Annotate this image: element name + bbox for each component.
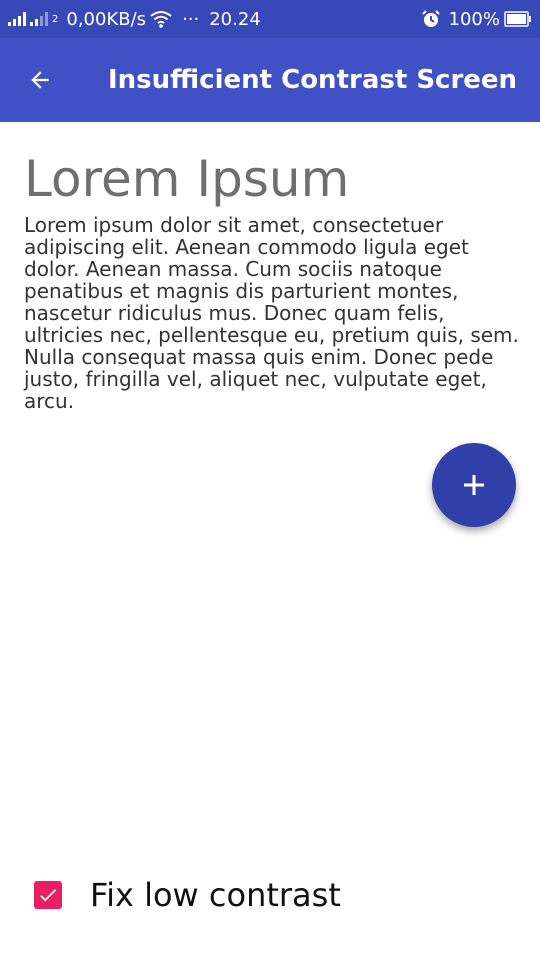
- back-button[interactable]: [0, 38, 80, 122]
- fix-contrast-label: Fix low contrast: [90, 876, 341, 914]
- main-content: Lorem Ipsum Lorem ipsum dolor sit amet, …: [24, 152, 520, 412]
- battery-icon: [504, 11, 531, 27]
- sim2-signal-icon: [30, 12, 48, 26]
- sim2-label: 2: [52, 13, 59, 25]
- check-icon: [40, 889, 57, 902]
- network-speed: 0,00KB/s: [66, 8, 147, 30]
- arrow-back-icon: [31, 71, 49, 89]
- wifi-icon: [150, 11, 172, 28]
- status-bar: 2 0,00KB/s ··· 20.24 100%: [0, 0, 540, 38]
- alarm-icon: [421, 10, 440, 27]
- status-right: 100%: [421, 9, 532, 30]
- page-title: Insufficient Contrast Screen: [108, 65, 518, 95]
- heading: Lorem Ipsum: [24, 150, 350, 208]
- status-time: 20.24: [209, 8, 261, 30]
- fix-contrast-toggle[interactable]: Fix low contrast: [34, 876, 341, 914]
- add-fab-button[interactable]: [432, 443, 516, 527]
- app-bar: Insufficient Contrast Screen: [0, 38, 540, 122]
- battery-percent: 100%: [448, 8, 500, 30]
- body-text: Lorem ipsum dolor sit amet, consectetuer…: [24, 213, 519, 413]
- plus-icon: [464, 475, 484, 495]
- more-indicator: ···: [182, 8, 200, 30]
- sim1-signal-icon: [8, 12, 26, 26]
- status-left: 2 0,00KB/s ··· 20.24: [8, 9, 261, 30]
- fix-contrast-checkbox[interactable]: [34, 881, 62, 909]
